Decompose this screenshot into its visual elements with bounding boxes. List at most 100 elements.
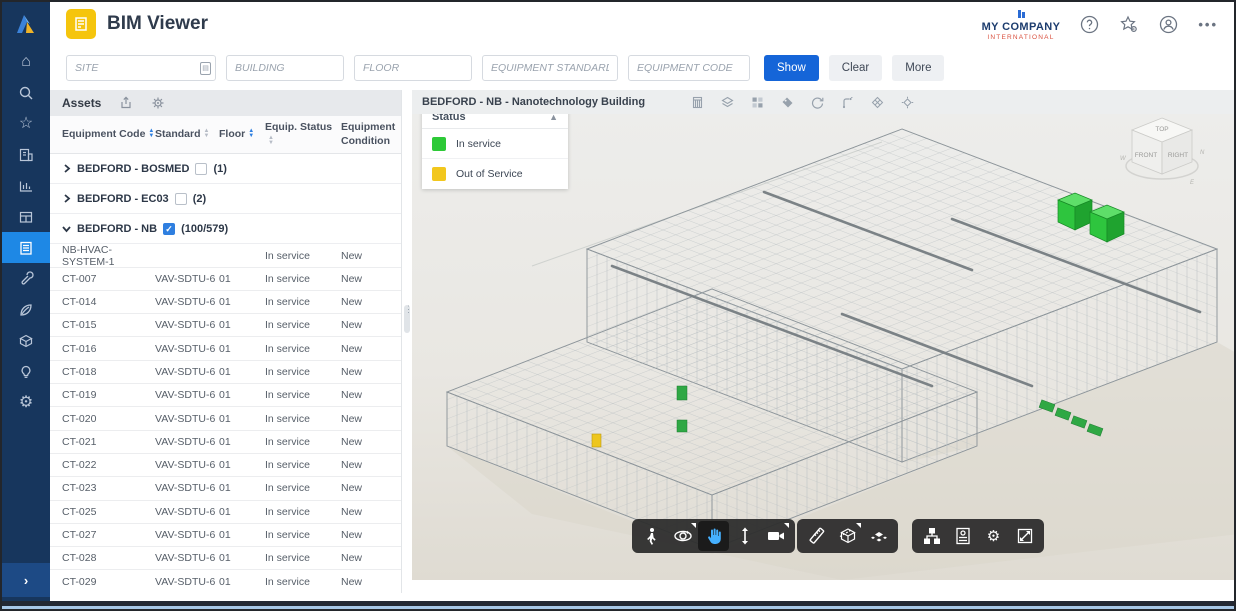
sidebar-item-model[interactable] (2, 325, 50, 356)
walk-tool-button[interactable] (636, 521, 667, 551)
sidebar-item-home[interactable]: ⌂ (2, 46, 50, 77)
sort-standard[interactable]: ▲▼ (204, 129, 210, 139)
table-row[interactable]: CT-025 VAV-SDTU-6 01 In service New (50, 501, 401, 524)
views-button[interactable] (751, 96, 764, 109)
systems-tree-button[interactable] (916, 521, 947, 551)
column-header-equipment-code[interactable]: Equipment Code▲▼ (62, 128, 155, 142)
properties-panel-button[interactable] (947, 521, 978, 551)
column-header-equipment-condition[interactable]: Equipment Condition (341, 121, 401, 148)
column-header-floor[interactable]: Floor▲▼ (219, 128, 265, 142)
refresh-button[interactable] (811, 96, 824, 109)
favorites-settings-button[interactable] (1119, 15, 1139, 34)
viewcube-right-label: RIGHT (1168, 152, 1188, 159)
company-brand[interactable]: MY COMPANY INTERNATIONAL (982, 6, 1061, 42)
camera-tool-button[interactable] (760, 521, 791, 551)
company-logo-icon[interactable] (2, 2, 50, 46)
floor-input[interactable] (354, 55, 472, 81)
user-button[interactable] (1159, 15, 1178, 34)
sidebar-item-tools[interactable] (2, 263, 50, 294)
sidebar-item-search[interactable] (2, 77, 50, 108)
diamond-mesh-icon (871, 96, 884, 109)
more-menu-button[interactable]: ••• (1198, 17, 1218, 32)
show-button[interactable]: Show (764, 55, 819, 81)
asset-group-bosmed[interactable]: BEDFORD - BOSMED (1) (50, 154, 401, 184)
asset-group-nb[interactable]: BEDFORD - NB ✓ (100/579) (50, 214, 401, 244)
sidebar-item-ideas[interactable] (2, 356, 50, 387)
site-input[interactable] (66, 55, 216, 81)
pan-tool-button[interactable] (698, 521, 729, 551)
wrench-icon (18, 271, 34, 287)
chevron-down-icon (62, 224, 71, 233)
sidebar-item-assets[interactable] (2, 232, 50, 263)
zoom-tool-button[interactable] (729, 521, 760, 551)
orbit-icon (674, 527, 692, 545)
building-icon (691, 96, 704, 109)
table-row[interactable]: CT-007 VAV-SDTU-6 01 In service New (50, 268, 401, 291)
equipment-code-input[interactable] (628, 55, 750, 81)
assets-table-header: Equipment Code▲▼ Standard▲▼ Floor▲▼ Equi… (50, 116, 401, 154)
reports-icon (18, 178, 34, 194)
table-row[interactable]: CT-029 VAV-SDTU-6 01 In service New (50, 570, 401, 593)
group-checkbox-nb[interactable]: ✓ (163, 223, 175, 235)
sidebar-item-favorites[interactable]: ☆ (2, 108, 50, 139)
export-button[interactable] (119, 96, 133, 110)
legend-collapse-button[interactable]: ▲ (549, 114, 558, 122)
viewer-canvas[interactable]: Status ▲ In service Out of Service (412, 114, 1234, 580)
site-picker-icon[interactable]: ▤ (200, 62, 211, 75)
sort-equip-status[interactable]: ▲▼ (268, 136, 274, 146)
asset-group-ec03[interactable]: BEDFORD - EC03 (2) (50, 184, 401, 214)
section-tool-button[interactable] (832, 521, 863, 551)
sidebar-item-sustainability[interactable] (2, 294, 50, 325)
table-row[interactable]: CT-023 VAV-SDTU-6 01 In service New (50, 477, 401, 500)
leaf-icon (18, 302, 34, 318)
table-row[interactable]: NB-HVAC-SYSTEM-1 In service New (50, 244, 401, 267)
sidebar-item-settings[interactable]: ⚙ (2, 387, 50, 418)
group-checkbox-bosmed[interactable] (195, 163, 207, 175)
tags-button[interactable] (781, 96, 794, 109)
sidebar-item-apps[interactable] (2, 201, 50, 232)
table-row[interactable]: CT-015 VAV-SDTU-6 01 In service New (50, 314, 401, 337)
compass-west-label: W (1120, 156, 1127, 162)
clear-button[interactable]: Clear (829, 55, 882, 81)
sort-floor[interactable]: ▲▼ (248, 129, 254, 139)
gear-icon: ⚙ (987, 529, 1000, 544)
gear-icon: ⚙ (19, 395, 33, 411)
table-row[interactable]: CT-014 VAV-SDTU-6 01 In service New (50, 291, 401, 314)
equipment-standard-input[interactable] (482, 55, 618, 81)
table-row[interactable]: CT-022 VAV-SDTU-6 01 In service New (50, 454, 401, 477)
section-options-badge (856, 523, 861, 528)
viewer-title: BEDFORD - NB - Nanotechnology Building (422, 96, 645, 108)
orbit-tool-button[interactable] (667, 521, 698, 551)
building-view-button[interactable] (691, 96, 704, 109)
view-cube[interactable]: TOP FRONT RIGHT W N E (1116, 114, 1208, 203)
table-settings-button[interactable] (151, 96, 165, 110)
explode-tool-button[interactable] (863, 521, 894, 551)
panel-resize-handle[interactable]: ⋮ (404, 305, 410, 333)
sidebar-item-reports[interactable] (2, 170, 50, 201)
table-row[interactable]: CT-016 VAV-SDTU-6 01 In service New (50, 337, 401, 360)
group-checkbox-ec03[interactable] (175, 193, 187, 205)
systems-route-button[interactable] (841, 96, 854, 109)
table-row[interactable]: CT-020 VAV-SDTU-6 01 In service New (50, 407, 401, 430)
layers-button[interactable] (721, 96, 734, 109)
table-row[interactable]: CT-021 VAV-SDTU-6 01 In service New (50, 431, 401, 454)
column-header-standard[interactable]: Standard▲▼ (155, 128, 219, 142)
model-mesh-button[interactable] (871, 96, 884, 109)
fullscreen-button[interactable] (1009, 521, 1040, 551)
sort-equipment-code[interactable]: ▲▼ (148, 129, 154, 139)
column-header-equip-status[interactable]: Equip. Status▲▼ (265, 121, 341, 148)
building-input[interactable] (226, 55, 344, 81)
table-row[interactable]: CT-028 VAV-SDTU-6 01 In service New (50, 547, 401, 570)
table-row[interactable]: CT-027 VAV-SDTU-6 01 In service New (50, 524, 401, 547)
viewer-settings-button[interactable]: ⚙ (978, 521, 1009, 551)
chevron-right-icon (62, 194, 71, 203)
out-of-service-equipment-highlight (592, 434, 601, 447)
measure-tool-button[interactable] (801, 521, 832, 551)
table-row[interactable]: CT-019 VAV-SDTU-6 01 In service New (50, 384, 401, 407)
model-arrows-button[interactable] (901, 96, 914, 109)
sidebar-item-buildings[interactable] (2, 139, 50, 170)
more-button[interactable]: More (892, 55, 944, 81)
help-button[interactable] (1080, 15, 1099, 34)
table-row[interactable]: CT-018 VAV-SDTU-6 01 In service New (50, 361, 401, 384)
sidebar-expand-button[interactable]: › (2, 563, 50, 597)
